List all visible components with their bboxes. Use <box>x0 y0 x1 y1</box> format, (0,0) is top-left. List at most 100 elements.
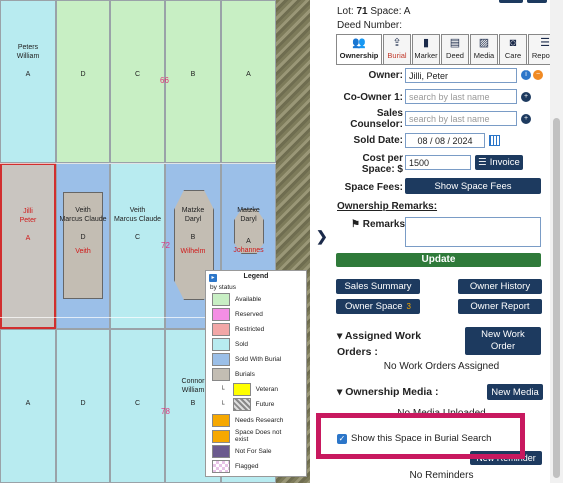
calendar-icon[interactable] <box>489 135 500 146</box>
owner-space-count: 3 <box>406 302 411 311</box>
burial-name: Veith <box>75 248 91 255</box>
owner-history-button[interactable]: Owner History <box>458 279 542 294</box>
no-media-text: No Media Uploaded <box>333 405 550 413</box>
legend-swatch <box>212 368 230 381</box>
ownership-media-heading[interactable]: ▾ Ownership Media : <box>337 386 439 398</box>
legend-label: Available <box>235 296 262 303</box>
legend-swatch <box>212 460 230 473</box>
add-coowner-icon[interactable]: + <box>521 92 531 102</box>
header-button[interactable] <box>527 0 547 3</box>
panel-collapse-strip[interactable]: ❯ <box>311 0 333 483</box>
lot-cell[interactable]: C <box>110 0 165 163</box>
legend-subtitle: by status <box>210 284 237 291</box>
lot-cell[interactable]: D <box>56 0 110 163</box>
flag-icon: ⚑ <box>351 219 363 230</box>
cost-field[interactable]: 1500 <box>405 155 471 170</box>
legend-item: Needs Research <box>212 414 283 427</box>
legend-item: Available <box>212 293 261 306</box>
list-icon: ☰ <box>478 157 487 168</box>
add-counselor-icon[interactable]: + <box>521 114 531 124</box>
owner-space-button[interactable]: Owner Space 3 <box>336 299 420 314</box>
legend-swatch <box>232 398 251 411</box>
lot-owner-name: Peters William <box>16 44 40 60</box>
lot-cell[interactable]: B <box>165 0 221 163</box>
panel-scrollbar[interactable] <box>550 0 563 483</box>
row-number: 66 <box>160 76 169 85</box>
invoice-button[interactable]: ☰ Invoice <box>475 155 523 170</box>
invoice-label: Invoice <box>489 157 520 168</box>
lot-cell-selected[interactable]: Jilli Peter A <box>0 163 56 329</box>
legend-label: Burials <box>235 371 255 378</box>
tab-label: Deed <box>446 51 464 60</box>
legend-swatch <box>232 383 251 396</box>
sales-summary-button[interactable]: Sales Summary <box>336 279 420 294</box>
lot-cell[interactable]: C <box>110 329 165 483</box>
legend-label: Space Does not exist <box>235 428 282 443</box>
sales-counselor-label: Sales Counselor: <box>350 108 403 130</box>
space-label: Space: <box>370 6 402 17</box>
remove-icon[interactable]: − <box>533 70 543 80</box>
lot-cell[interactable]: D <box>56 329 110 483</box>
camera-icon: ◙ <box>509 37 517 49</box>
no-reminders-text: No Reminders <box>409 470 474 481</box>
lot-letter: A <box>246 238 251 245</box>
scrollbar-thumb[interactable] <box>553 118 560 478</box>
lot-cell[interactable]: Veith Marcus Claude C <box>110 163 165 329</box>
update-button[interactable]: Update <box>336 253 541 267</box>
lot-value: 71 <box>356 6 368 17</box>
lot-owner-name: Jilli Peter <box>19 208 37 224</box>
tab-deed[interactable]: ▤ Deed <box>441 34 469 64</box>
lot-letter: C <box>134 234 141 241</box>
assigned-work-orders-heading[interactable]: ▾ Assigned Work Orders : <box>337 328 452 360</box>
lot-cell[interactable]: Peters William A <box>0 0 56 163</box>
lot-cell[interactable]: A <box>221 0 276 163</box>
info-icon[interactable]: i <box>521 70 531 80</box>
header-button[interactable] <box>499 0 523 3</box>
new-media-button[interactable]: New Media <box>487 384 543 400</box>
legend-label: Not For Sale <box>235 448 272 455</box>
legend-item: Flagged <box>212 460 259 473</box>
coowner-search-input[interactable]: search by last name <box>405 89 517 104</box>
tab-label: Media <box>473 51 495 60</box>
legend-swatch <box>212 429 230 443</box>
legend-label: Needs Research <box>235 417 284 424</box>
upload-icon: ⇪ <box>392 37 402 49</box>
tab-media[interactable]: ▨ Media <box>470 34 498 64</box>
cemetery-map[interactable]: Peters William A D C B A Jilli Peter A V… <box>0 0 310 483</box>
lot-cell[interactable]: A <box>0 329 56 483</box>
legend-title: Legend <box>243 273 269 280</box>
legend-toggle-icon[interactable]: ▸ <box>209 274 217 282</box>
sales-counselor-search-input[interactable]: search by last name <box>405 111 517 126</box>
legend-swatch <box>212 445 230 458</box>
sold-date-field[interactable]: 08 / 08 / 2024 <box>405 133 485 148</box>
tab-label: Marker <box>414 51 438 60</box>
ownership-remarks-heading: Ownership Remarks: <box>337 201 438 212</box>
remarks-label: ⚑ Remarks: <box>351 219 408 230</box>
work-orders-title: Assigned Work Orders : <box>337 330 422 358</box>
remarks-textarea[interactable] <box>405 217 541 247</box>
legend-swatch <box>212 414 230 427</box>
lot-letter: A <box>25 71 31 78</box>
owner-field[interactable]: Jilli, Peter <box>405 68 517 83</box>
lot-cell[interactable]: Veith Marcus Claude D Veith <box>56 163 110 329</box>
bookmark-icon: ▮ <box>422 37 430 49</box>
no-work-orders-text: No Work Orders Assigned <box>383 361 500 372</box>
lot-letter: B <box>190 234 196 241</box>
legend-item: Restricted <box>212 323 264 336</box>
legend-item: └ Future <box>220 398 274 411</box>
legend-label: Veteran <box>255 386 279 393</box>
legend-item: Burials <box>212 368 255 381</box>
lot-letter: D <box>80 400 86 407</box>
tab-ownership[interactable]: 👥 Ownership <box>336 34 382 64</box>
tab-care[interactable]: ◙ Care <box>499 34 527 64</box>
show-space-fees-button[interactable]: Show Space Fees <box>405 178 541 194</box>
legend-label: Sold <box>235 341 249 348</box>
owner-report-button[interactable]: Owner Report <box>458 299 542 314</box>
tree-branch-icon: └ <box>220 401 225 408</box>
tab-burial[interactable]: ⇪ Burial <box>383 34 411 64</box>
new-work-order-button[interactable]: New Work Order <box>465 327 541 355</box>
chevron-right-icon[interactable]: ❯ <box>316 228 328 245</box>
sold-date-label: Sold Date: <box>353 135 403 146</box>
tab-marker[interactable]: ▮ Marker <box>412 34 440 64</box>
lot-letter: D <box>80 234 86 241</box>
